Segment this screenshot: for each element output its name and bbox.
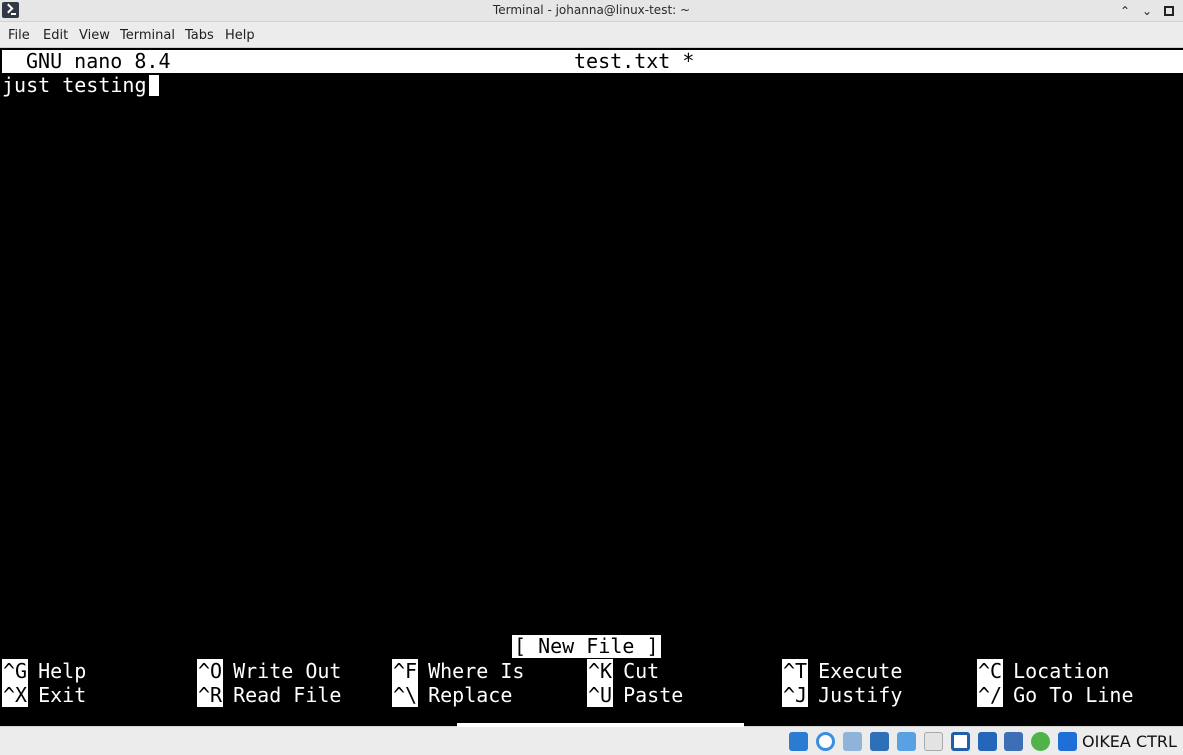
shortcut-label: Write Out (233, 659, 342, 683)
shortcut-go-to-line[interactable]: ^/ Go To Line (977, 683, 1134, 707)
host-key-label: OIKEA CTRL (1082, 732, 1177, 751)
shortcut-label: Where Is (428, 659, 525, 683)
shortcut-replace[interactable]: ^\ Replace (392, 683, 512, 707)
menu-terminal[interactable]: Terminal (120, 28, 175, 43)
chevron-up-icon[interactable]: ⌃ (1116, 2, 1134, 20)
menu-tabs[interactable]: Tabs (185, 28, 214, 43)
window-title: Terminal - johanna@linux-test: ~ (492, 3, 691, 17)
nano-header: GNU nano 8.4 test.txt * (2, 50, 1183, 73)
screen-icon[interactable] (951, 732, 970, 751)
shortcut-paste[interactable]: ^U Paste (587, 683, 683, 707)
scroll-indicator (457, 723, 744, 727)
shortcut-exit[interactable]: ^X Exit (2, 683, 86, 707)
shortcut-label: Help (38, 659, 87, 683)
shortcut-key: ^F (392, 659, 419, 683)
shortcut-label: Location (1013, 659, 1110, 683)
shortcut-label: Read File (233, 683, 342, 707)
shortcut-write-out[interactable]: ^O Write Out (197, 659, 341, 683)
terminal-area[interactable]: GNU nano 8.4 test.txt * just testing [ N… (0, 48, 1183, 726)
menu-view[interactable]: View (79, 28, 110, 43)
shortcut-label: Exit (38, 683, 87, 707)
shortcut-key: ^/ (977, 683, 1004, 707)
display-icon[interactable] (924, 732, 943, 751)
shortcut-where-is[interactable]: ^F Where Is (392, 659, 524, 683)
menu-help[interactable]: Help (225, 28, 255, 43)
menu-edit[interactable]: Edit (43, 28, 68, 43)
window-titlebar[interactable]: Terminal - johanna@linux-test: ~ ⌃ ⌄ (0, 0, 1183, 22)
host-status-bar: OIKEA CTRL (0, 723, 1183, 755)
virtualbox-icon[interactable] (1004, 732, 1023, 751)
menu-bar: File Edit View Terminal Tabs Help (0, 22, 1183, 48)
usb-icon[interactable] (843, 732, 862, 751)
shortcut-key: ^K (587, 659, 614, 683)
recording-icon[interactable] (978, 732, 997, 751)
shortcut-label: Justify (818, 683, 903, 707)
shortcut-execute[interactable]: ^T Execute (782, 659, 902, 683)
chevron-down-icon[interactable]: ⌄ (1138, 2, 1156, 20)
shortcut-label: Replace (428, 683, 513, 707)
virtualbox-audio-icon[interactable] (789, 732, 808, 751)
shortcut-cut[interactable]: ^K Cut (587, 659, 659, 683)
text-cursor (148, 75, 159, 96)
nano-version: GNU nano 8.4 (26, 49, 171, 73)
shortcut-key: ^C (977, 659, 1004, 683)
nano-filename: test.txt * (574, 49, 695, 73)
shortcut-label: Cut (623, 659, 660, 683)
network-icon[interactable] (897, 732, 916, 751)
shortcut-read-file[interactable]: ^R Read File (197, 683, 341, 707)
shortcut-key: ^J (782, 683, 809, 707)
shared-folders-icon[interactable] (870, 732, 889, 751)
shortcut-help[interactable]: ^G Help (2, 659, 86, 683)
shortcut-label: Go To Line (1013, 683, 1134, 707)
download-icon[interactable] (1058, 732, 1077, 751)
shortcut-key: ^O (197, 659, 224, 683)
shortcut-key: ^U (587, 683, 614, 707)
mouse-integration-icon[interactable] (1031, 732, 1050, 751)
shortcut-key: ^X (2, 683, 29, 707)
shortcut-row-1: ^G Help ^O Write Out ^F Where Is ^K Cut ^T Ex… (0, 659, 1183, 683)
shortcut-label: Execute (818, 659, 903, 683)
shortcut-row-2: ^X Exit ^R Read File ^\ Replace ^U Paste ^J J… (0, 683, 1183, 707)
shortcut-location[interactable]: ^C Location (977, 659, 1109, 683)
nano-status-message: [ New File ] (512, 634, 661, 658)
optical-drive-icon[interactable] (816, 732, 835, 751)
shortcut-key: ^R (197, 683, 224, 707)
editor-text: just testing (2, 73, 147, 97)
shortcut-justify[interactable]: ^J Justify (782, 683, 902, 707)
shortcut-key: ^T (782, 659, 809, 683)
menu-file[interactable]: File (8, 28, 30, 43)
editor-text-line[interactable]: just testing (2, 73, 159, 97)
maximize-icon[interactable] (1160, 2, 1178, 20)
shortcut-key: ^\ (392, 683, 419, 707)
shortcut-label: Paste (623, 683, 684, 707)
shortcut-key: ^G (2, 659, 29, 683)
